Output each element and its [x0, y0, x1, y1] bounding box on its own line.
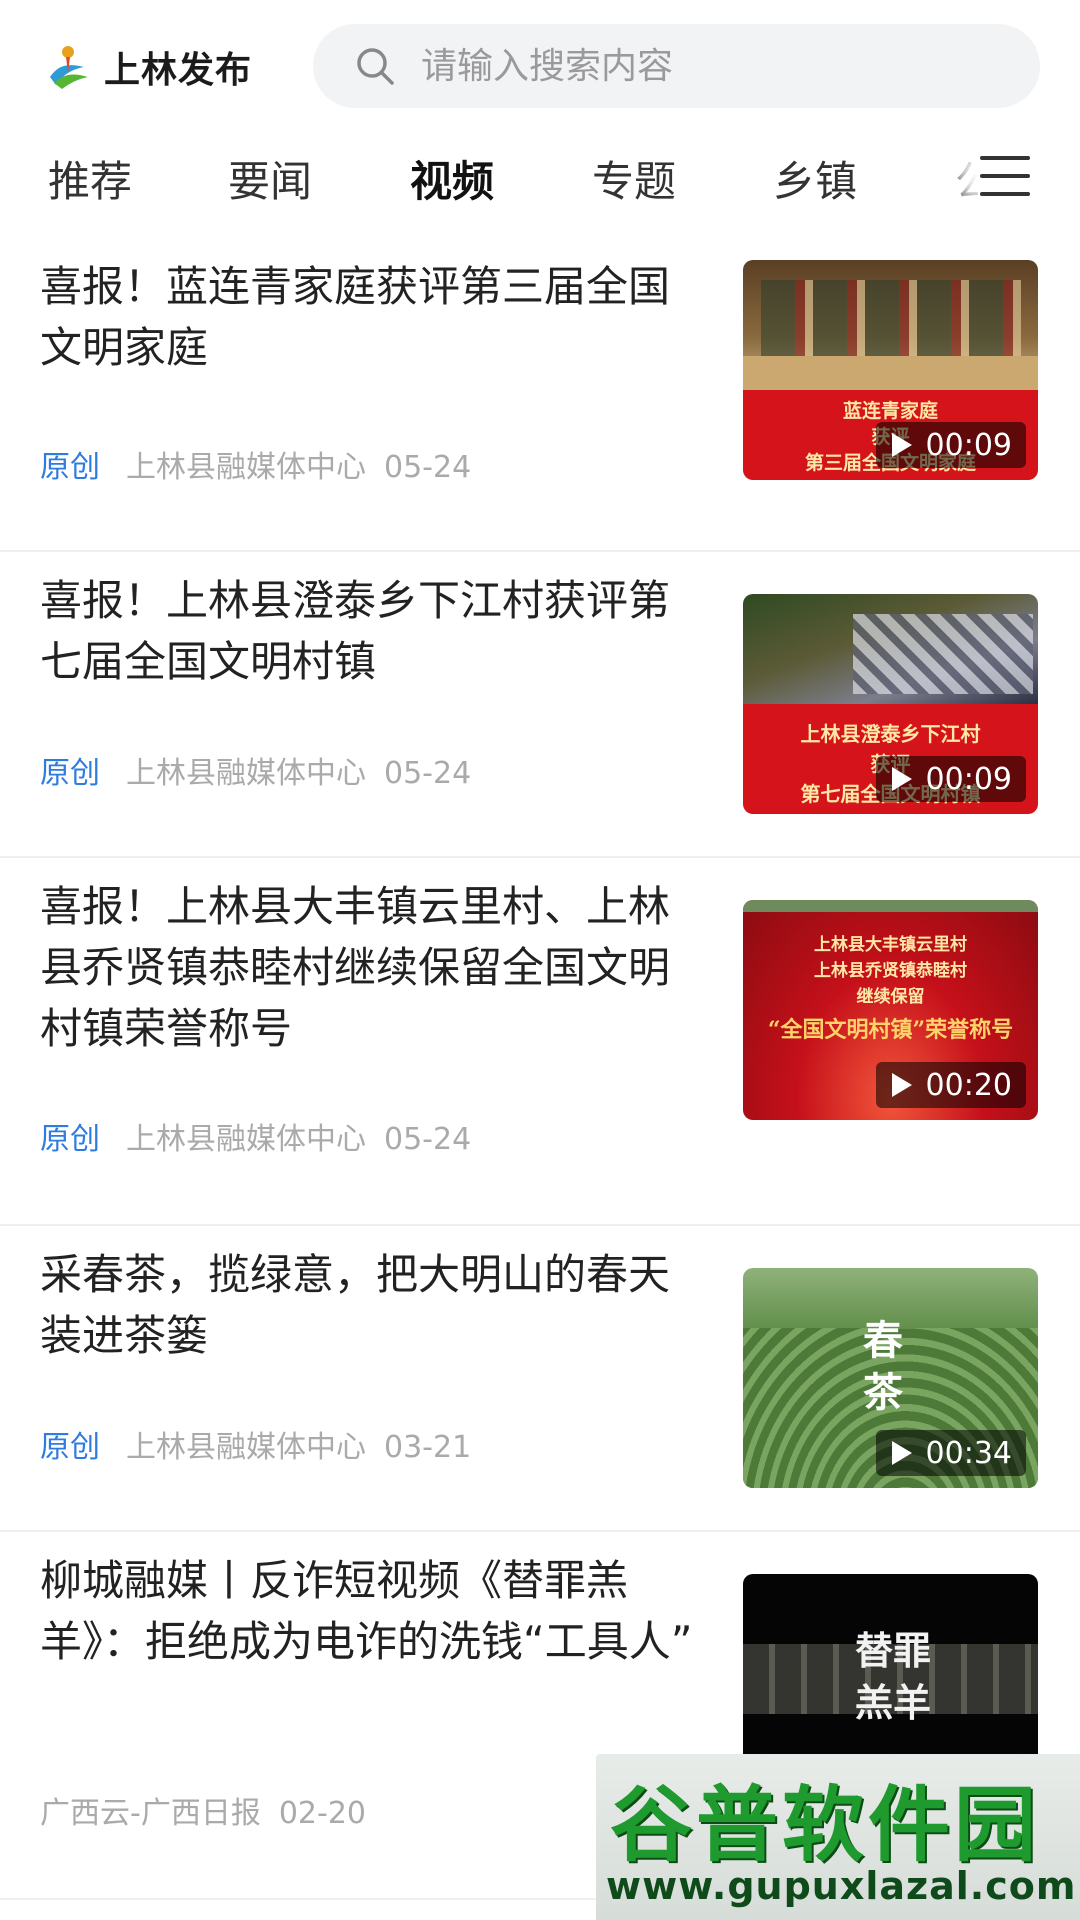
thumbnail-caption-1: 上林县大丰镇云里村 — [814, 935, 967, 955]
tab-recommend[interactable]: 推荐 — [48, 148, 132, 209]
thumbnail-caption-1: 替罪 — [854, 1628, 931, 1673]
thumbnail-caption-3: 继续保留 — [856, 987, 925, 1007]
item-meta: 广西云-广西日报 02-20 — [40, 1788, 366, 1832]
list-item[interactable]: 喜报！上林县大丰镇云里村、上林县乔贤镇恭睦村继续保留全国文明村镇荣誉称号 原创上… — [0, 858, 1080, 1226]
item-source: 上林县融媒体中心 — [126, 450, 366, 485]
item-meta: 原创 上林县融媒体中心 03-21 — [40, 1422, 471, 1466]
watermark-overlay: 谷普软件园 www.gupuxlazal.com — [596, 1754, 1080, 1920]
item-date: 05-24 — [384, 450, 472, 485]
item-title[interactable]: 喜报！蓝连青家庭获评第三届全国文明家庭 — [40, 256, 710, 378]
item-date: 05-24 — [384, 756, 472, 791]
item-meta: 原创 上林县融媒体中心 05-24 — [40, 442, 471, 486]
item-meta: 原创 上林县融媒体中心 05-24 — [40, 1114, 471, 1158]
original-badge: 原创 — [40, 756, 100, 791]
item-date: 02-20 — [278, 1796, 367, 1831]
video-duration: 00:09 — [875, 756, 1026, 802]
search-bar[interactable] — [313, 24, 1040, 108]
thumbnail-caption-1: 春 — [863, 1317, 903, 1364]
watermark-logo-text: 谷普软件园 — [610, 1778, 1041, 1873]
duration-text: 00:34 — [925, 1435, 1012, 1471]
duration-text: 00:09 — [925, 761, 1012, 797]
video-duration: 00:20 — [875, 1062, 1026, 1108]
thumbnail-caption-2: 茶 — [863, 1369, 903, 1416]
video-duration: 00:09 — [875, 422, 1026, 468]
play-icon — [891, 433, 912, 457]
item-date: 03-21 — [384, 1430, 472, 1465]
list-item[interactable]: 喜报！上林县澄泰乡下江村获评第七届全国文明村镇 原创 上林县融媒体中心 05-24 … — [0, 552, 1080, 858]
category-tabs: 推荐 要闻 视频 专题 乡镇 公 — [0, 140, 1080, 230]
thumbnail-photo — [743, 594, 1038, 704]
original-badge: 原创 — [40, 450, 100, 485]
original-badge: 原创 — [40, 1122, 100, 1157]
search-icon — [357, 48, 394, 85]
item-date: 05-24 — [384, 1122, 472, 1157]
menu-icon[interactable] — [978, 150, 1032, 202]
video-duration: 00:34 — [875, 1430, 1026, 1476]
item-source: 上林县融媒体中心 — [126, 1430, 366, 1465]
video-thumbnail[interactable]: 上林县澄泰乡下江村 获评 第七届全国文明村镇 00:09 — [743, 594, 1038, 814]
logo-icon — [44, 43, 92, 91]
item-meta: 原创 上林县融媒体中心 05-24 — [40, 748, 471, 792]
play-icon — [891, 1441, 912, 1465]
tab-video[interactable]: 视频 — [410, 148, 494, 209]
video-thumbnail[interactable]: 上林县大丰镇云里村 上林县乔贤镇恭睦村 继续保留 “全国文明村镇”荣誉称号 00… — [743, 900, 1038, 1120]
tab-topics[interactable]: 专题 — [592, 148, 676, 209]
item-title[interactable]: 喜报！上林县大丰镇云里村、上林县乔贤镇恭睦村继续保留全国文明村镇荣誉称号 — [40, 876, 710, 1059]
tab-towns[interactable]: 乡镇 — [773, 148, 857, 209]
thumbnail-strip — [743, 900, 1038, 912]
video-feed: 喜报！蓝连青家庭获评第三届全国文明家庭 原创 上林县融媒体中心 05-24 蓝连青家… — [0, 246, 1080, 1900]
item-title[interactable]: 喜报！上林县澄泰乡下江村获评第七届全国文明村镇 — [40, 570, 710, 692]
app-header: 上林发布 — [0, 0, 1080, 130]
thumbnail-photo — [743, 260, 1038, 390]
video-thumbnail[interactable]: 春 茶 00:34 — [743, 1268, 1038, 1488]
thumbnail-caption-4: “全国文明村镇”荣誉称号 — [767, 1017, 1014, 1043]
play-icon — [891, 1073, 912, 1097]
app-title: 上林发布 — [104, 50, 253, 91]
thumbnail-caption-1: 蓝连青家庭 — [842, 400, 938, 422]
duration-text: 00:09 — [925, 427, 1012, 463]
item-title[interactable]: 柳城融媒丨反诈短视频《替罪羔羊》：拒绝成为电诈的洗钱“工具人” — [40, 1550, 710, 1672]
duration-text: 00:20 — [925, 1067, 1012, 1103]
video-thumbnail[interactable]: 蓝连青家庭 获评 第三届全国文明家庭 00:09 — [743, 260, 1038, 480]
item-source: 广西云-广西日报 — [40, 1796, 261, 1831]
thumbnail-caption-2: 上林县乔贤镇恭睦村 — [814, 961, 967, 981]
item-source: 上林县融媒体中心 — [126, 1122, 366, 1157]
thumbnail-caption-1: 上林县澄泰乡下江村 — [800, 722, 981, 746]
play-icon — [891, 767, 912, 791]
item-title[interactable]: 采春茶，揽绿意，把大明山的春天装进茶篓 — [40, 1244, 710, 1366]
tab-headlines[interactable]: 要闻 — [228, 148, 312, 209]
item-source: 上林县融媒体中心 — [126, 756, 366, 791]
list-item[interactable]: 采春茶，揽绿意，把大明山的春天装进茶篓 原创 上林县融媒体中心 03-21 春 茶 … — [0, 1226, 1080, 1532]
original-badge: 原创 — [40, 1430, 100, 1465]
thumbnail-caption-2: 羔羊 — [854, 1680, 931, 1725]
app-logo[interactable]: 上林发布 — [44, 40, 252, 94]
list-item[interactable]: 喜报！蓝连青家庭获评第三届全国文明家庭 原创 上林县融媒体中心 05-24 蓝连青家… — [0, 246, 1080, 552]
search-input[interactable] — [419, 44, 983, 88]
watermark-url: www.gupuxlazal.com — [606, 1864, 1077, 1908]
